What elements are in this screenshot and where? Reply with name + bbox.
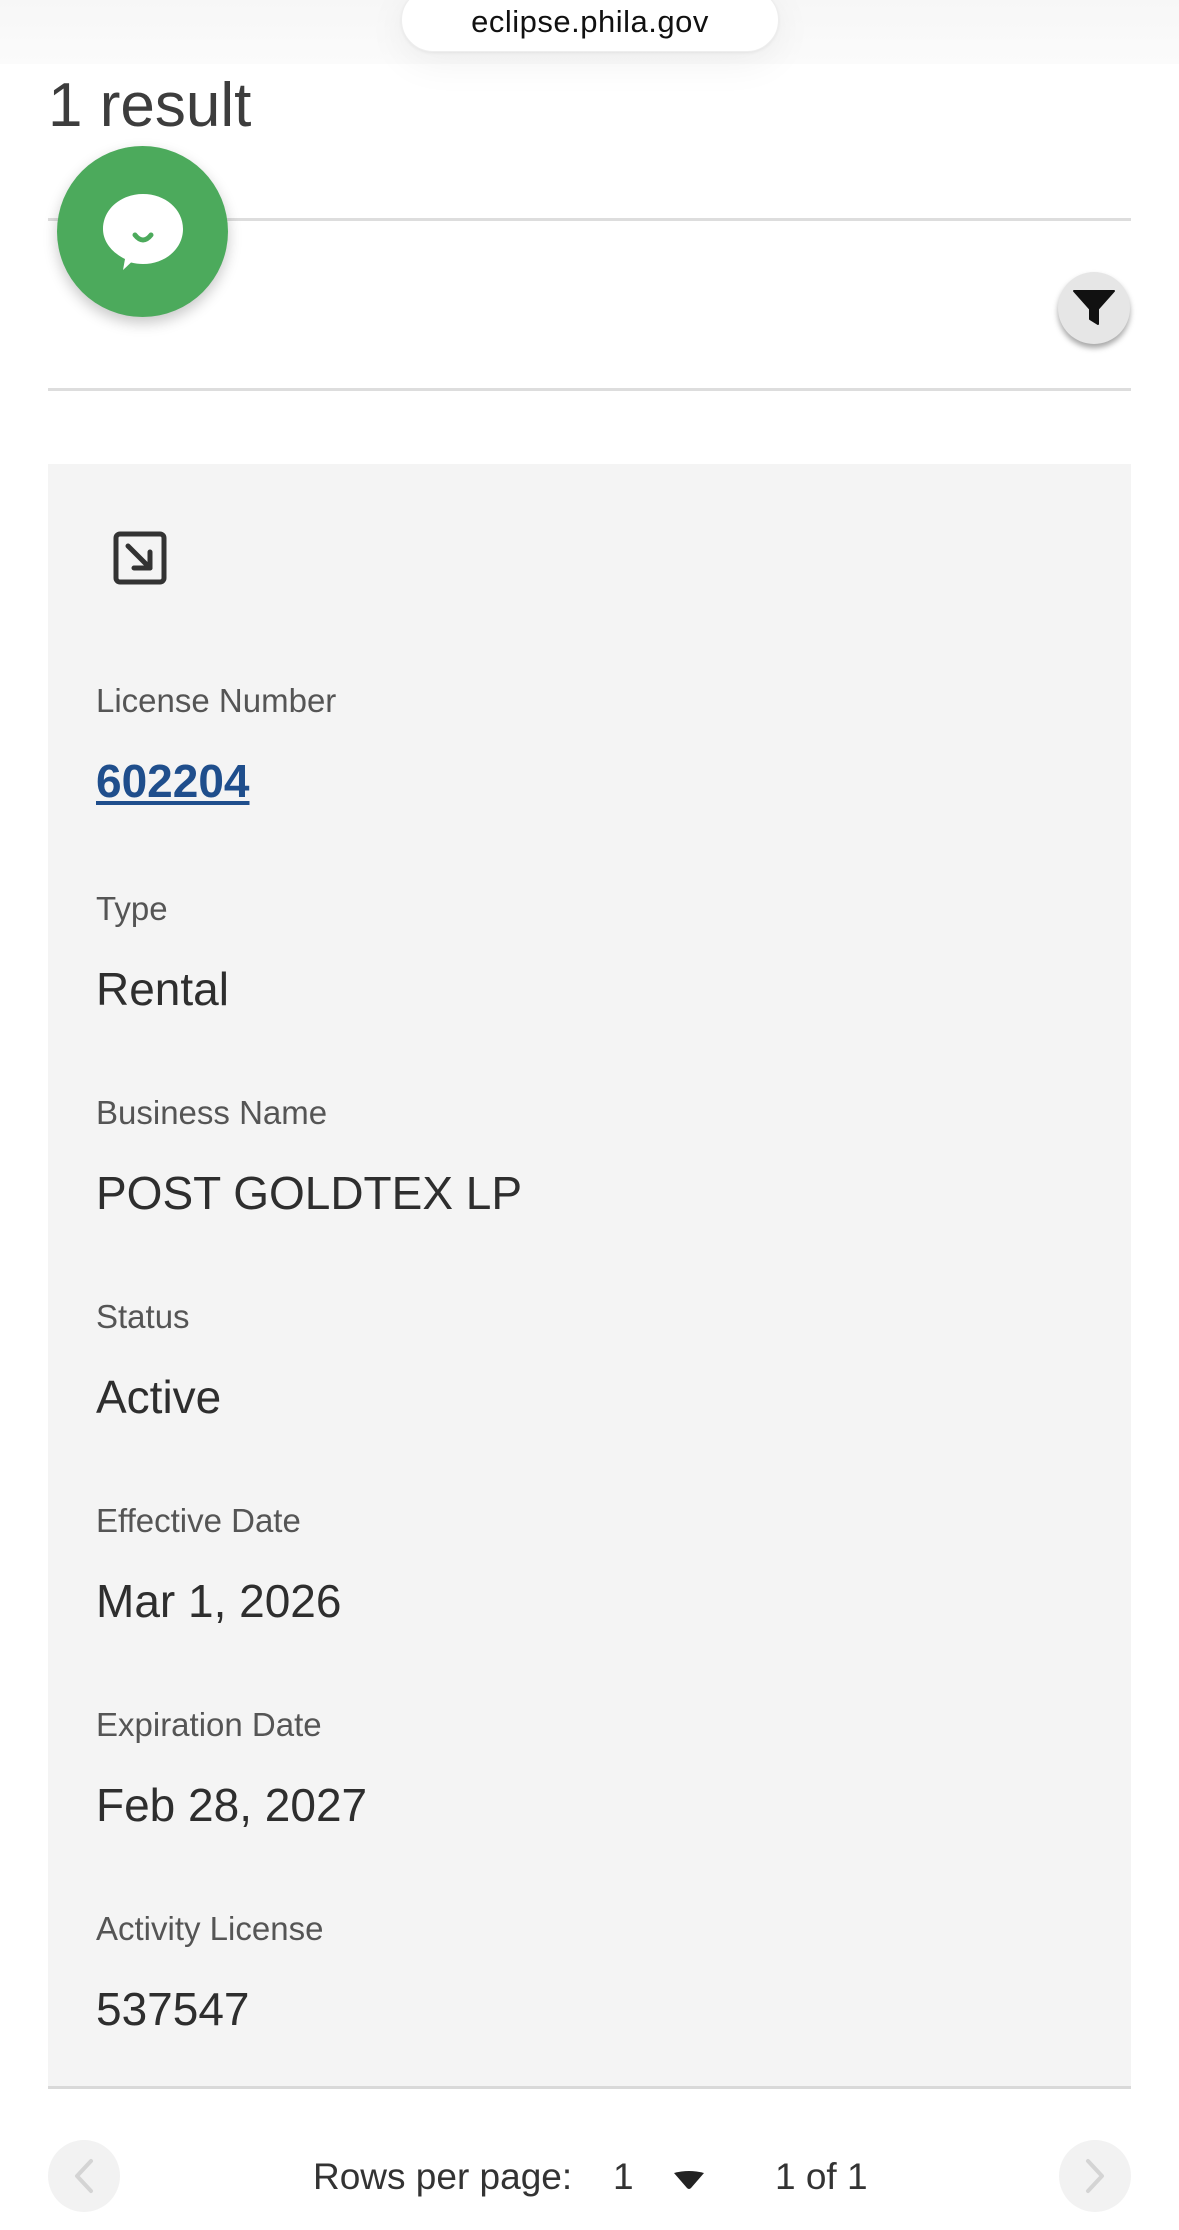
field-value: Rental	[96, 963, 229, 1015]
field-label: Business Name	[96, 1094, 328, 1131]
previous-page-button[interactable]	[48, 2140, 120, 2212]
field-value: Feb 28, 2027	[96, 1779, 368, 1831]
filter-icon	[1073, 290, 1115, 325]
rows-per-page-label: Rows per page:	[313, 2156, 573, 2197]
page-info: 1 of 1	[775, 2156, 868, 2197]
next-page-button[interactable]	[1059, 2140, 1131, 2212]
field-value: Mar 1, 2026	[96, 1575, 342, 1627]
field-label: License Number	[96, 682, 337, 719]
field-value: POST GOLDTEX LP	[96, 1167, 523, 1219]
chevron-left-icon	[75, 2159, 93, 2193]
chat-bubble-icon	[102, 193, 183, 270]
divider	[48, 2086, 1131, 2089]
field-license-number: License Number 602204	[96, 682, 336, 808]
field-value: Active	[96, 1371, 222, 1423]
license-number-link[interactable]: 602204	[96, 754, 336, 808]
expand-arrow-icon[interactable]	[112, 530, 168, 586]
field-business-name: Business Name POST GOLDTEX LP	[96, 1094, 522, 1220]
field-label: Effective Date	[96, 1502, 301, 1539]
field-label: Expiration Date	[96, 1706, 322, 1743]
field-label: Activity License	[96, 1910, 324, 1947]
page: eclipse.phila.gov 1 result License Numbe…	[0, 0, 1179, 2230]
caret-down-icon[interactable]	[672, 2170, 706, 2190]
chat-button[interactable]	[57, 146, 228, 317]
field-type: Type Rental	[96, 890, 229, 1016]
result-card: License Number 602204 Type Rental Busine…	[48, 464, 1131, 2088]
url-text: eclipse.phila.gov	[471, 4, 709, 39]
url-bar[interactable]: eclipse.phila.gov	[401, 0, 779, 52]
field-activity-license: Activity License 537547	[96, 1910, 323, 2036]
result-count: 1 result	[48, 71, 252, 140]
field-label: Status	[96, 1298, 190, 1335]
chevron-right-icon	[1086, 2159, 1104, 2193]
field-expiration-date: Expiration Date Feb 28, 2027	[96, 1706, 367, 1832]
field-effective-date: Effective Date Mar 1, 2026	[96, 1502, 341, 1628]
field-value: 537547	[96, 1983, 250, 2035]
field-label: Type	[96, 890, 168, 927]
divider	[48, 388, 1131, 391]
filter-button[interactable]	[1058, 272, 1130, 344]
field-status: Status Active	[96, 1298, 221, 1424]
rows-per-page-select[interactable]: 1	[613, 2156, 634, 2198]
pagination-bar: Rows per page: 1 1 of 1	[0, 2130, 1179, 2226]
